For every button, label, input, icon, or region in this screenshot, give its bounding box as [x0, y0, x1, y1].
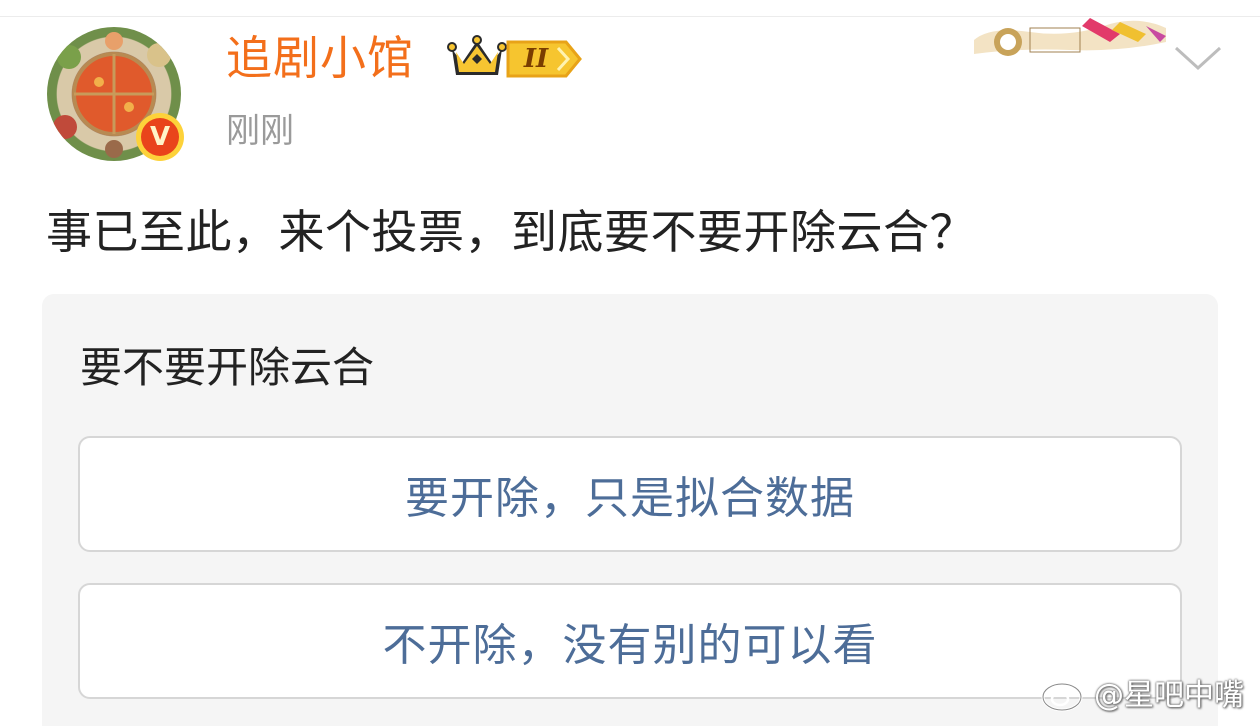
watermark-text: @星吧中嘴: [1094, 678, 1244, 713]
post-text: 事已至此，来个投票，到底要不要开除云合？: [46, 205, 976, 259]
poll-title: 要不要开除云合: [80, 343, 375, 392]
verified-badge: V: [136, 113, 184, 161]
poll-option-label: 要开除，只是拟合数据: [405, 473, 855, 524]
crown-icon: [447, 35, 507, 75]
poll-option-1[interactable]: 要开除，只是拟合数据: [78, 436, 1182, 552]
verified-v-icon: V: [141, 118, 179, 156]
poll-option-label: 不开除，没有别的可以看: [382, 620, 878, 671]
author-name[interactable]: 追剧小馆: [226, 28, 414, 88]
weibo-logo-icon: [1041, 675, 1088, 712]
watermark: @星吧中嘴: [1040, 670, 1244, 714]
decorative-sticker: [974, 18, 1166, 56]
post-timestamp: 刚刚: [226, 111, 294, 151]
chevron-down-icon[interactable]: [1172, 40, 1224, 76]
weibo-post-page: V 追剧小馆 II 刚刚 事已至此，来个投票，到底要不要开除云合？ 要不要开除云…: [0, 0, 1260, 726]
poll-option-2[interactable]: 不开除，没有别的可以看: [78, 583, 1182, 699]
level-label: II: [523, 44, 549, 74]
